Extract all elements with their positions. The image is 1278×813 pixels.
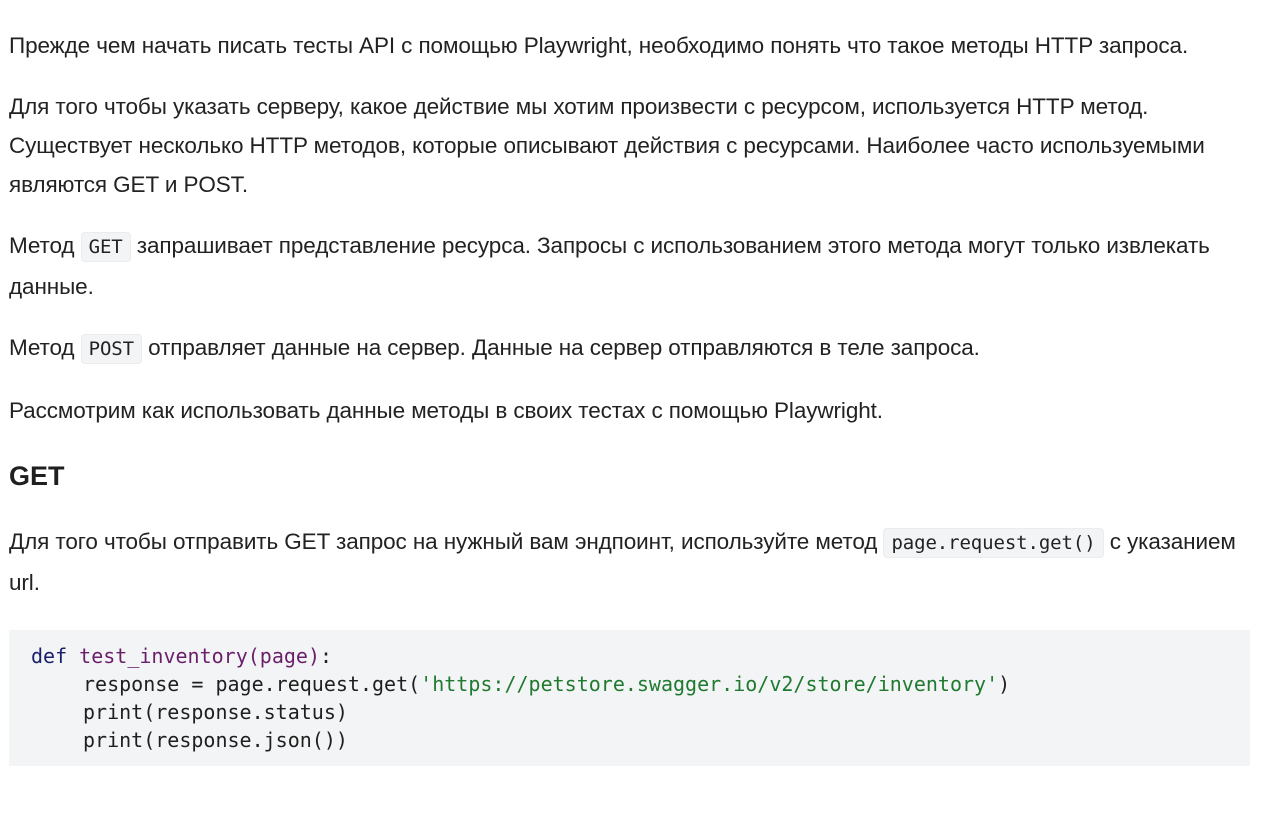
section-heading-get: GET (9, 461, 65, 491)
get-description-after: запрашивает представление ресурса. Запро… (9, 233, 1210, 299)
http-method-text: Для того чтобы указать серверу, какое де… (9, 94, 1205, 197)
code-close-paren: ) (998, 672, 1011, 696)
code-colon: : (320, 644, 333, 668)
get-request-before: Для того чтобы отправить GET запрос на н… (9, 529, 884, 554)
get-description-before: Метод (9, 233, 81, 258)
consider-paragraph: Рассмотрим как использовать данные метод… (9, 391, 1250, 430)
intro-text: Прежде чем начать писать тесты API с пом… (9, 33, 1189, 58)
http-method-paragraph: Для того чтобы указать серверу, какое де… (9, 87, 1250, 204)
post-description-after: отправляет данные на сервер. Данные на с… (141, 335, 980, 360)
intro-paragraph: Прежде чем начать писать тесты API с пом… (9, 26, 1250, 65)
code-function-signature: test_inventory(page) (79, 644, 320, 668)
get-description-paragraph: Метод GET запрашивает представление ресу… (9, 226, 1250, 306)
code-line-4: print(response.json()) (83, 728, 348, 752)
post-description-paragraph: Метод POST отправляет данные на сервер. … (9, 328, 1250, 369)
consider-text: Рассмотрим как использовать данные метод… (9, 398, 883, 423)
code-line-3: print(response.status) (83, 700, 348, 724)
inline-code-get: GET (80, 232, 131, 262)
code-request-call: response = page.request.get( (83, 672, 421, 696)
code-keyword-def: def (31, 644, 68, 668)
code-url-string: 'https://petstore.swagger.io/v2/store/in… (420, 672, 999, 696)
code-line-2: response = page.request.get('https://pet… (31, 670, 1228, 698)
inline-code-page-request-get: page.request.get() (883, 528, 1104, 558)
code-line-1: def test_inventory(page): (31, 642, 1228, 670)
inline-code-post: POST (80, 334, 142, 364)
article-content: Прежде чем начать писать тесты API с пом… (9, 26, 1250, 766)
post-description-before: Метод (9, 335, 81, 360)
code-block[interactable]: def test_inventory(page): response = pag… (9, 630, 1250, 766)
get-request-paragraph: Для того чтобы отправить GET запрос на н… (9, 522, 1250, 602)
